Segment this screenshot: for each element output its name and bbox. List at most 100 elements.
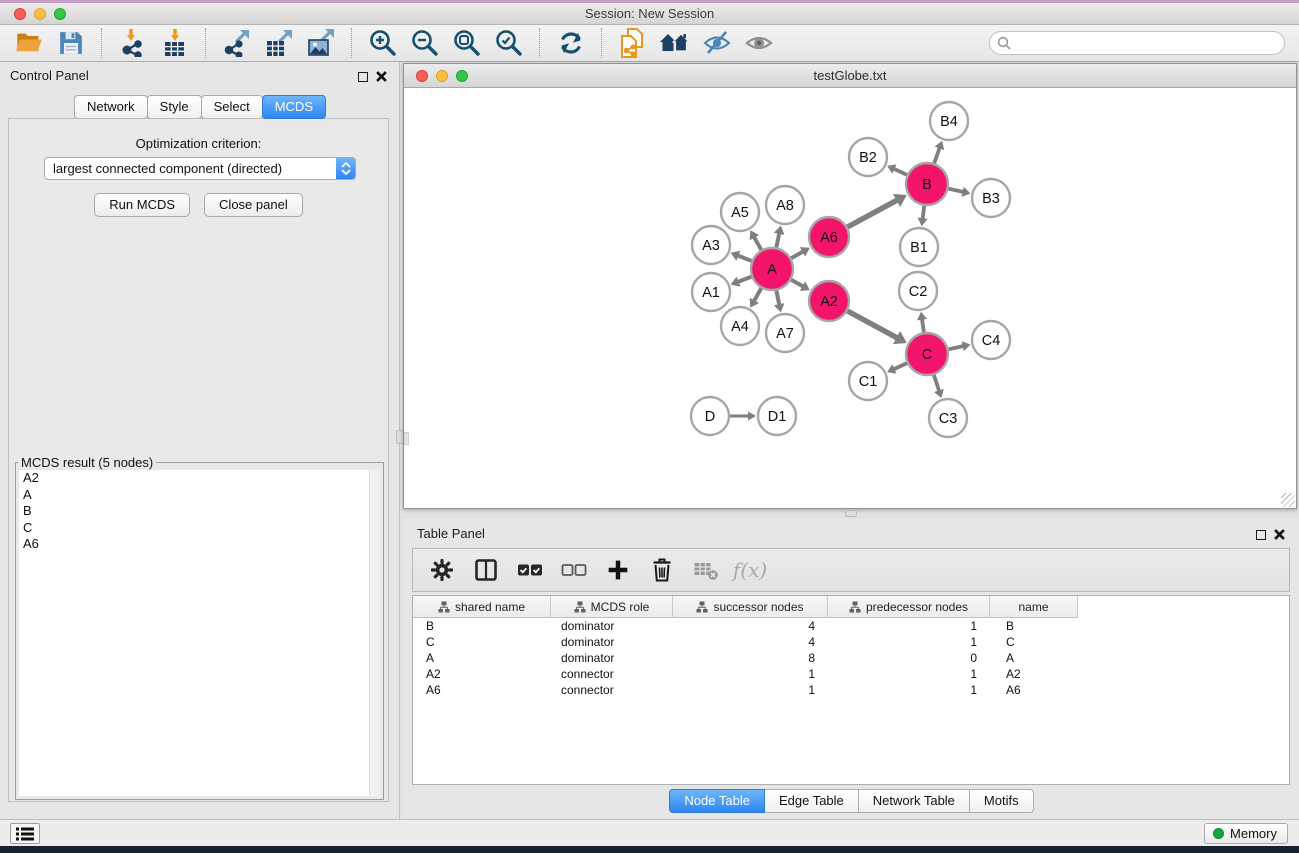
optimization-criterion-select[interactable]: largest connected component (directed) — [44, 157, 356, 180]
table-row[interactable]: A6connector11A6 — [413, 682, 1289, 698]
tab-network-table[interactable]: Network Table — [858, 789, 970, 813]
tab-edge-table[interactable]: Edge Table — [764, 789, 859, 813]
export-image-icon — [307, 29, 335, 57]
network-resize-grip[interactable] — [1281, 493, 1295, 507]
search-icon — [997, 36, 1011, 50]
minimize-window-button[interactable] — [34, 8, 46, 20]
column-header-label: shared name — [455, 600, 525, 614]
hide-selected-button[interactable] — [698, 27, 735, 60]
export-network-button[interactable] — [218, 27, 255, 60]
node-table: shared name MCDS rolesuccessor nodes prede… — [412, 595, 1290, 785]
column-header-successor-nodes[interactable]: successor nodes — [673, 596, 828, 618]
apply-layout-button[interactable] — [552, 27, 589, 60]
zoom-window-button[interactable] — [54, 8, 66, 20]
mcds-result-item[interactable]: A6 — [19, 536, 380, 553]
main-toolbar — [0, 25, 1299, 62]
first-neighbors-button[interactable] — [656, 27, 693, 60]
graph-node-label: C2 — [909, 284, 928, 300]
mcds-result-item[interactable]: B — [19, 503, 380, 520]
graph-edge-C-C3 — [934, 375, 939, 391]
tab-select[interactable]: Select — [201, 95, 263, 119]
zoom-fit-button[interactable] — [448, 27, 485, 60]
tab-motifs[interactable]: Motifs — [969, 789, 1034, 813]
column-header-label: predecessor nodes — [866, 600, 968, 614]
tab-node-table[interactable]: Node Table — [669, 789, 765, 813]
tab-style[interactable]: Style — [147, 95, 202, 119]
create-column-button[interactable] — [601, 553, 635, 587]
mcds-result-item[interactable]: C — [19, 520, 380, 537]
table-cell: 0 — [828, 651, 990, 665]
export-table-button[interactable] — [260, 27, 297, 60]
graph-arrowhead — [774, 303, 785, 312]
table-cell: dominator — [551, 635, 673, 649]
save-session-button[interactable] — [52, 27, 89, 60]
table-row[interactable]: Adominator80A — [413, 650, 1289, 666]
column-header-name[interactable]: name — [990, 596, 1078, 618]
mcds-result-item[interactable]: A2 — [19, 470, 380, 487]
memory-button[interactable]: Memory — [1204, 823, 1288, 844]
table-row[interactable]: Cdominator41C — [413, 634, 1289, 650]
duplicate-network-button[interactable] — [614, 27, 651, 60]
network-close-button[interactable] — [416, 70, 428, 82]
graph-edge-A-A2 — [791, 280, 803, 287]
tab-network[interactable]: Network — [74, 95, 148, 119]
table-options-button[interactable] — [425, 553, 459, 587]
zoom-selected-button[interactable] — [490, 27, 527, 60]
import-table-button[interactable] — [156, 27, 193, 60]
column-header-shared-name[interactable]: shared name — [413, 596, 551, 618]
memory-label: Memory — [1230, 826, 1277, 841]
open-file-button[interactable] — [10, 27, 47, 60]
export-image-button[interactable] — [302, 27, 339, 60]
show-columns-button[interactable] — [469, 553, 503, 587]
result-scrollbar[interactable] — [369, 470, 380, 796]
mcds-result-list: A2ABCA6 — [19, 470, 380, 796]
zoom-out-button[interactable] — [406, 27, 443, 60]
graph-node-label: B4 — [940, 114, 958, 130]
graph-node-label: A7 — [776, 326, 794, 342]
import-network-button[interactable] — [114, 27, 151, 60]
network-minimize-button[interactable] — [436, 70, 448, 82]
float-panel-icon[interactable] — [358, 72, 368, 82]
graph-node-label: A5 — [731, 205, 749, 221]
task-history-button[interactable] — [10, 823, 40, 844]
tab-mcds[interactable]: MCDS — [262, 95, 326, 119]
network-window-titlebar: testGlobe.txt — [404, 64, 1296, 88]
mcds-result-legend: MCDS result (5 nodes) — [18, 455, 156, 470]
graph-edge-C-C1 — [893, 363, 907, 369]
graph-node-label: D1 — [768, 409, 787, 425]
float-table-panel-icon[interactable] — [1256, 530, 1266, 540]
toolbar-separator — [205, 28, 206, 58]
close-window-button[interactable] — [14, 8, 26, 20]
close-table-panel-icon[interactable] — [1274, 529, 1285, 540]
delete-column-button[interactable] — [645, 553, 679, 587]
graph-node-label: A3 — [702, 238, 720, 254]
zoom-in-button[interactable] — [364, 27, 401, 60]
trash-icon — [650, 557, 674, 583]
table-row[interactable]: Bdominator41B — [413, 618, 1289, 634]
run-mcds-button[interactable]: Run MCDS — [94, 193, 190, 217]
horizontal-splitter-grip[interactable] — [845, 510, 857, 517]
graph-edge-B-B4 — [934, 147, 940, 163]
toolbar-separator — [601, 28, 602, 58]
network-canvas[interactable]: B4B2BB3A5A8A6A3AB1A1A2C2A4A7C4CC1C3DD1 — [404, 88, 1296, 508]
table-cell: connector — [551, 667, 673, 681]
select-all-columns-button[interactable] — [513, 553, 547, 587]
table-row[interactable]: A2connector11A2 — [413, 666, 1289, 682]
unselect-all-columns-button[interactable] — [557, 553, 591, 587]
select-stepper-icon — [336, 158, 355, 179]
graph-arrowhead — [962, 187, 971, 197]
graph-edge-A-A1 — [738, 277, 752, 282]
network-zoom-button[interactable] — [456, 70, 468, 82]
column-header-predecessor-nodes[interactable]: predecessor nodes — [828, 596, 990, 618]
zoom-selected-icon — [494, 28, 524, 58]
table-cell: connector — [551, 683, 673, 697]
app-window: Session: New Session — [0, 3, 1299, 846]
control-panel: Control Panel NetworkStyleSelectMCDS Opt… — [0, 62, 400, 819]
close-panel-button[interactable]: Close panel — [204, 193, 303, 217]
graph-node-label: A2 — [820, 294, 838, 310]
show-all-button[interactable] — [740, 27, 777, 60]
mcds-result-item[interactable]: A — [19, 487, 380, 504]
column-header-MCDS-role[interactable]: MCDS role — [551, 596, 673, 618]
search-input[interactable] — [989, 31, 1285, 55]
close-panel-icon[interactable] — [376, 71, 387, 82]
